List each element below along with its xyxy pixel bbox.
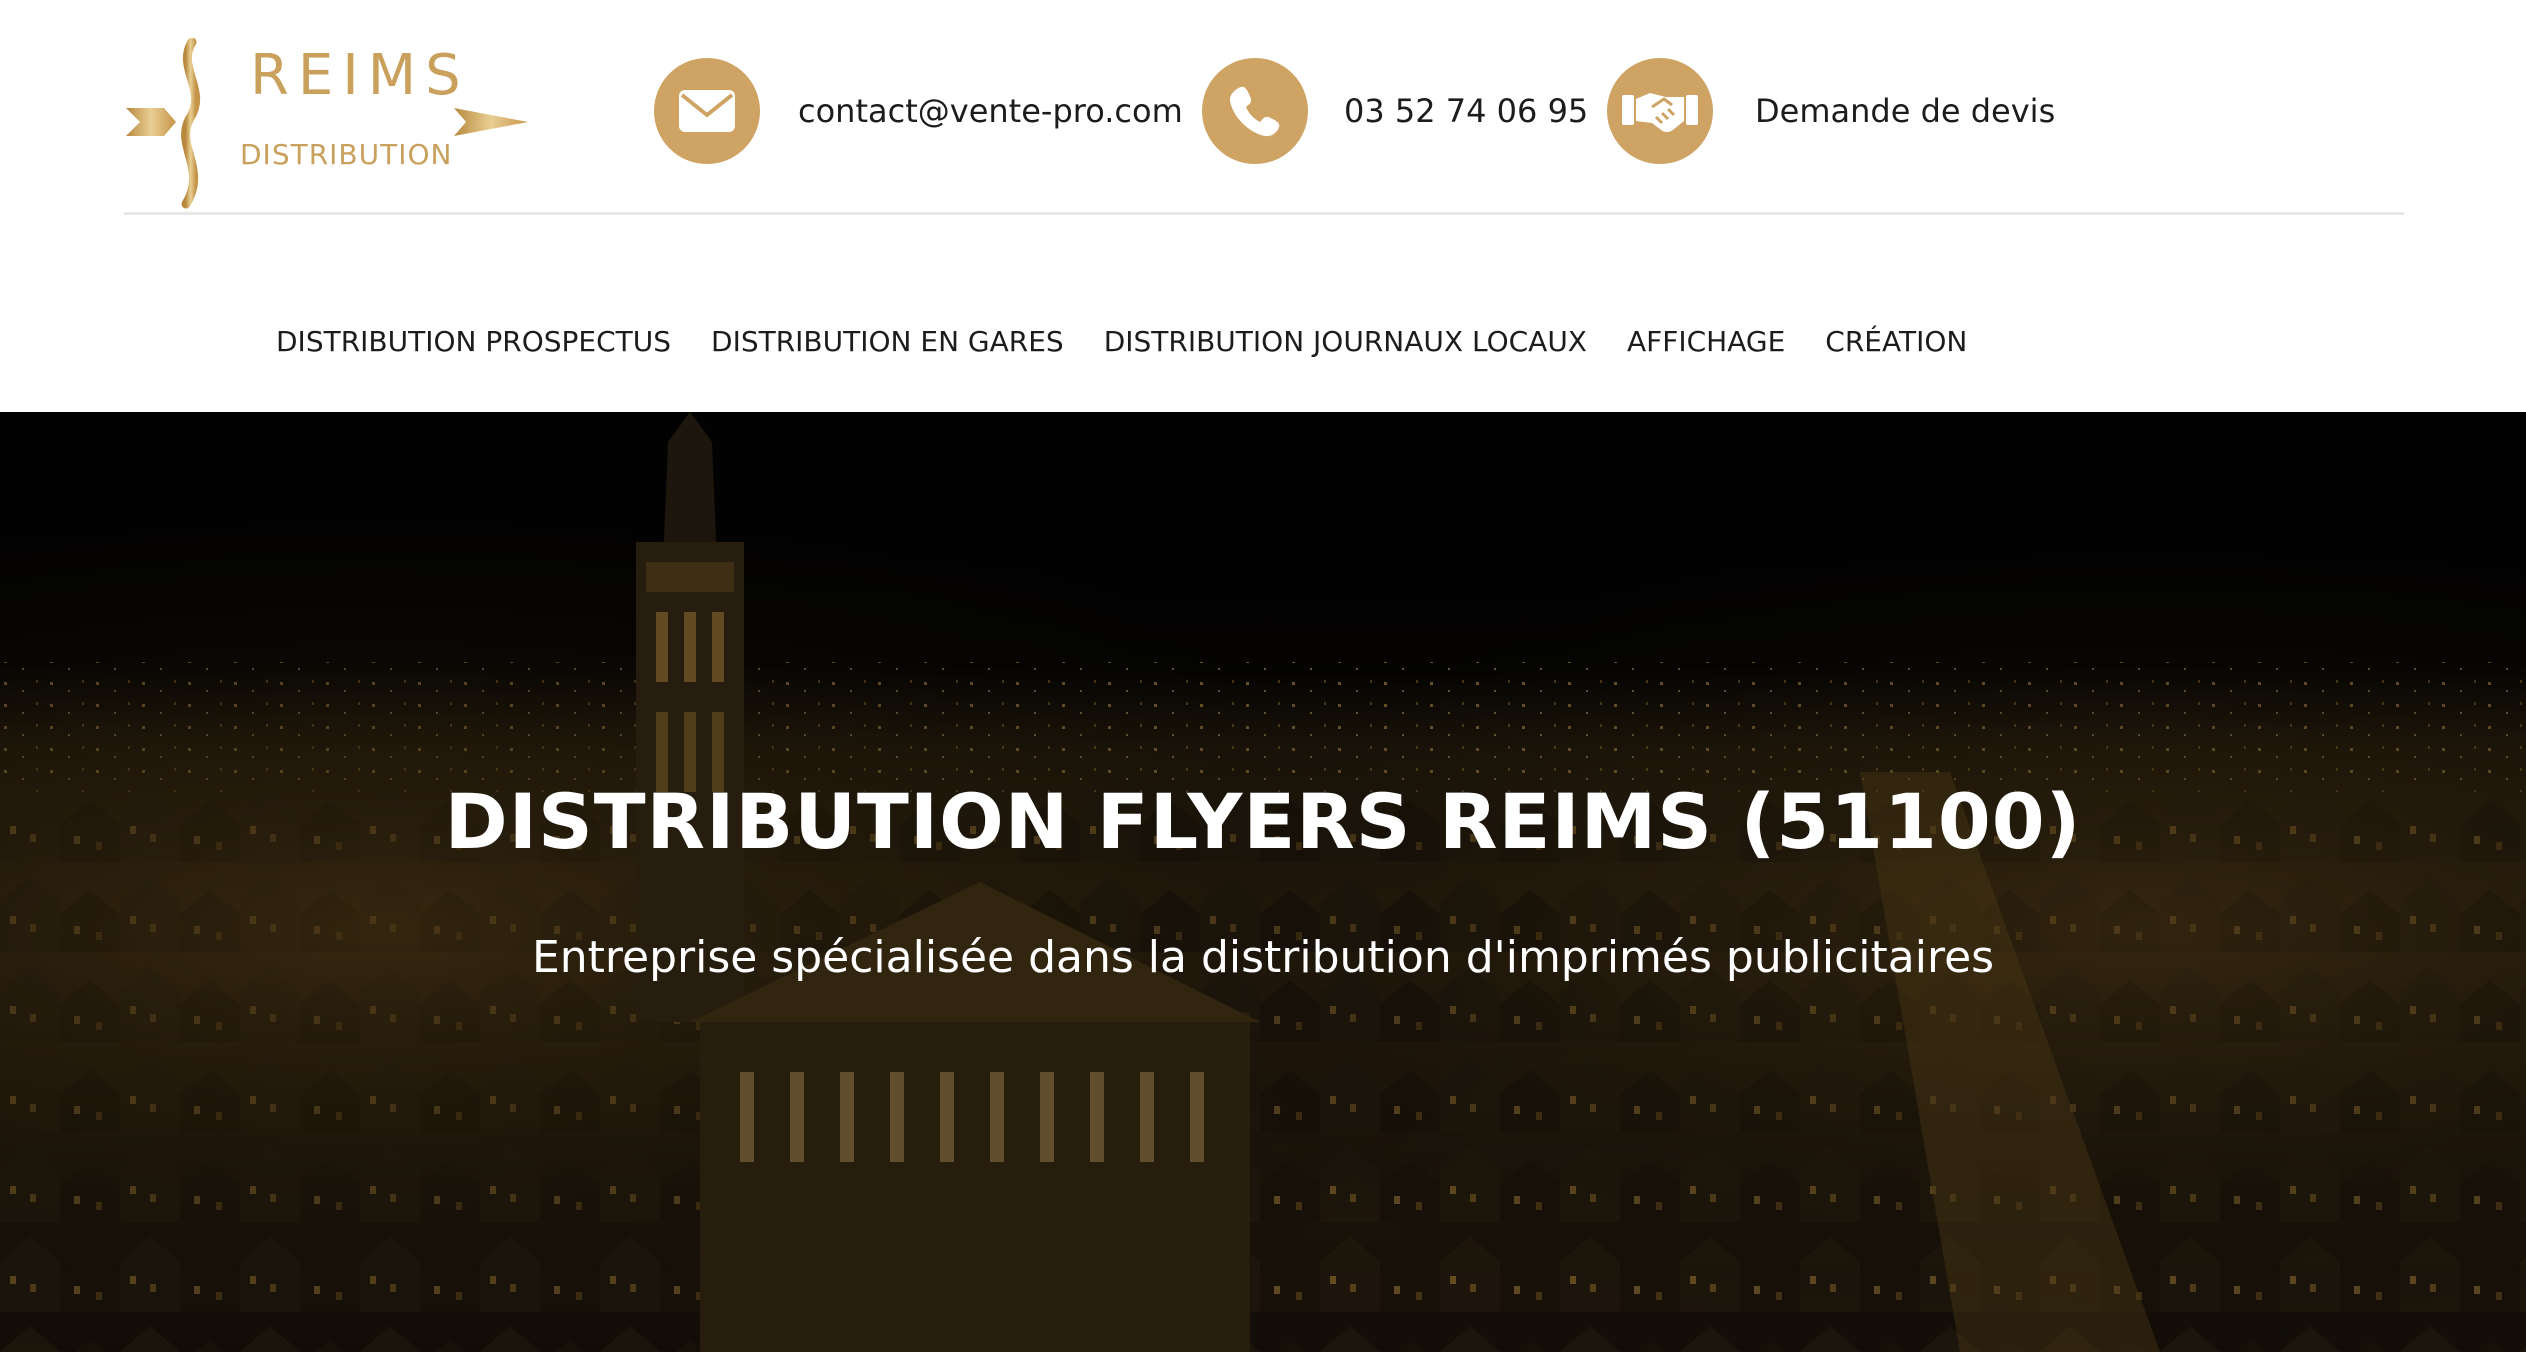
header-divider [124,212,2404,215]
phone-number[interactable]: 03 52 74 06 95 [1344,92,1588,130]
logo-graphic: REIMS DISTRIBUTION [126,38,528,209]
envelope-icon [654,58,760,164]
quote-request-label[interactable]: Demande de devis [1755,92,2055,130]
email-contact[interactable]: contact@vente-pro.com [654,58,1183,164]
nav-item-affichage[interactable]: AFFICHAGE [1627,325,1785,358]
hero-overlay [0,412,2526,1352]
nav-item-distribution-journaux-locaux[interactable]: DISTRIBUTION JOURNAUX LOCAUX [1104,325,1587,358]
logo-word-distribution: DISTRIBUTION [240,138,452,171]
phone-contact[interactable]: 03 52 74 06 95 [1202,58,1588,164]
nav-item-creation[interactable]: CRÉATION [1825,325,1967,358]
nav-item-distribution-prospectus[interactable]: DISTRIBUTION PROSPECTUS [276,325,671,358]
hero-subtitle: Entreprise spécialisée dans la distribut… [531,932,1995,983]
nav-menu: DISTRIBUTION PROSPECTUS DISTRIBUTION EN … [276,325,2007,358]
hero-title: DISTRIBUTION FLYERS REIMS (51100) [444,777,2082,866]
quote-request[interactable]: Demande de devis [1607,58,2055,164]
logo-word-reims: REIMS [250,43,470,108]
site-header: REIMS DISTRIBUTION contact@vente-pro.com… [0,0,2526,218]
main-navigation: DISTRIBUTION PROSPECTUS DISTRIBUTION EN … [0,230,2526,412]
hero-banner: DISTRIBUTION FLYERS REIMS (51100) Entrep… [0,412,2526,1352]
handshake-icon [1607,58,1713,164]
nav-item-distribution-en-gares[interactable]: DISTRIBUTION EN GARES [711,325,1064,358]
email-address[interactable]: contact@vente-pro.com [798,92,1183,130]
phone-icon [1202,58,1308,164]
site-logo[interactable]: REIMS DISTRIBUTION [124,38,530,210]
